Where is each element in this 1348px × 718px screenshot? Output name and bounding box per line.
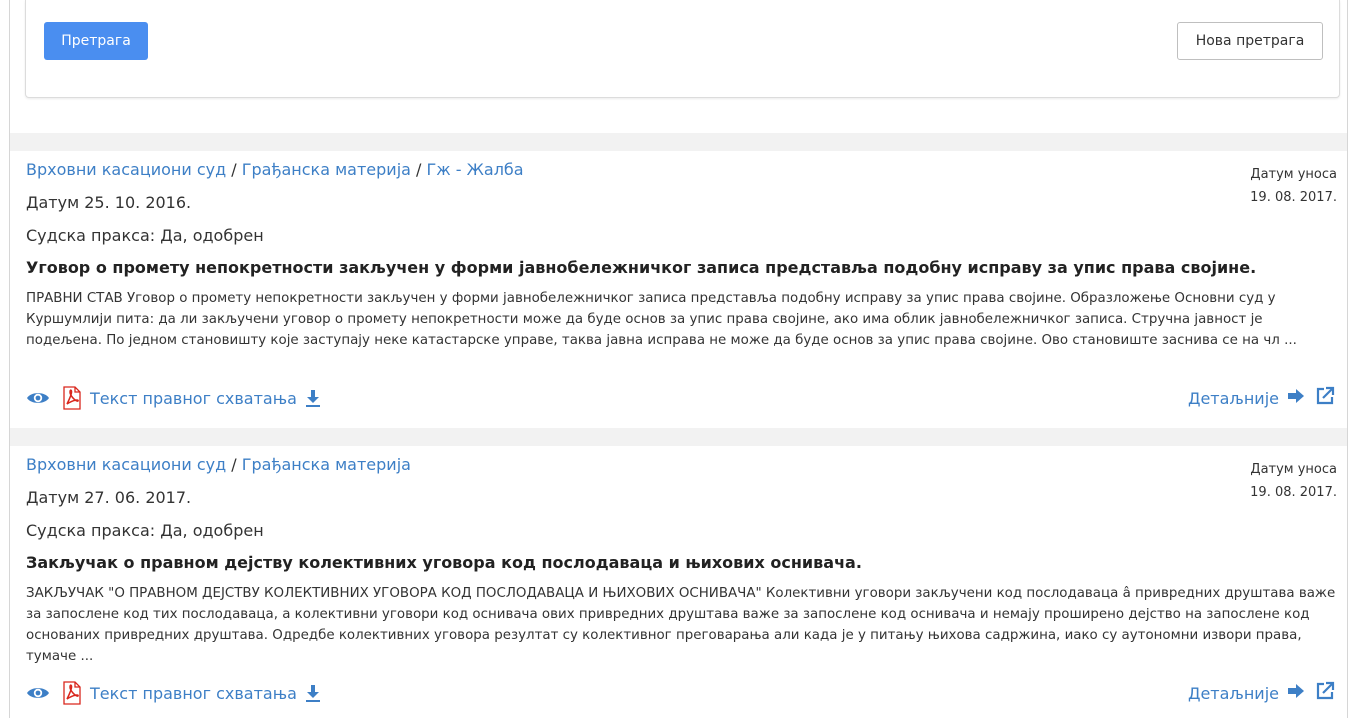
new-search-button[interactable]: Нова претрага bbox=[1177, 22, 1323, 60]
download-icon[interactable] bbox=[305, 684, 321, 702]
breadcrumb-court-link[interactable]: Врховни касациони суд bbox=[26, 455, 226, 474]
result-card: Врховни касациони суд / Грађанска матери… bbox=[10, 151, 1347, 428]
entry-date-block: Датум уноса 19. 08. 2017. bbox=[1250, 163, 1337, 209]
result-separator bbox=[10, 428, 1347, 446]
download-icon[interactable] bbox=[305, 389, 321, 407]
breadcrumb-category-link[interactable]: Гж - Жалба bbox=[427, 160, 524, 179]
arrow-right-icon[interactable] bbox=[1287, 388, 1305, 408]
pdf-icon[interactable] bbox=[62, 386, 82, 410]
result-actions: Текст правног схватања bbox=[26, 385, 321, 411]
result-card: Врховни касациони суд / Грађанска матери… bbox=[10, 446, 1347, 718]
result-excerpt: ПРАВНИ СТАВ Уговор о промету непокретнос… bbox=[26, 291, 1297, 348]
details-link[interactable]: Детаљније bbox=[1188, 680, 1335, 706]
breadcrumb-separator: / bbox=[231, 160, 237, 179]
breadcrumb-matter-link[interactable]: Грађанска материја bbox=[242, 455, 411, 474]
result-title: Закључак о правном дејству колективних у… bbox=[26, 553, 862, 572]
result-practice-status: Судска пракса: Да, одобрен bbox=[26, 226, 264, 245]
breadcrumb: Врховни касациони суд / Грађанска матери… bbox=[26, 160, 524, 179]
entry-date-label: Датум уноса bbox=[1250, 462, 1337, 477]
breadcrumb-separator: / bbox=[416, 160, 422, 179]
eye-icon[interactable] bbox=[26, 685, 50, 701]
breadcrumb-separator: / bbox=[231, 455, 237, 474]
result-practice-status: Судска пракса: Да, одобрен bbox=[26, 521, 264, 540]
pdf-icon[interactable] bbox=[62, 681, 82, 705]
result-actions: Текст правног схватања bbox=[26, 680, 321, 706]
entry-date-value: 19. 08. 2017. bbox=[1250, 485, 1337, 500]
entry-date-value: 19. 08. 2017. bbox=[1250, 190, 1337, 205]
result-excerpt: ЗАКЉУЧАК "О ПРАВНОМ ДЕЈСТВУ КОЛЕКТИВНИХ … bbox=[26, 586, 1336, 664]
result-title: Уговор о промету непокретности закључен … bbox=[26, 258, 1257, 277]
document-link[interactable]: Текст правног схватања bbox=[90, 389, 297, 408]
search-panel: Претрага Нова претрага bbox=[25, 0, 1340, 98]
external-link-icon[interactable] bbox=[1315, 386, 1335, 410]
result-date: Датум 25. 10. 2016. bbox=[26, 193, 192, 212]
arrow-right-icon[interactable] bbox=[1287, 683, 1305, 703]
breadcrumb-court-link[interactable]: Врховни касациони суд bbox=[26, 160, 226, 179]
details-label[interactable]: Детаљније bbox=[1188, 684, 1279, 703]
breadcrumb: Врховни касациони суд / Грађанска матери… bbox=[26, 455, 411, 474]
breadcrumb-matter-link[interactable]: Грађанска материја bbox=[242, 160, 411, 179]
details-link[interactable]: Детаљније bbox=[1188, 385, 1335, 411]
entry-date-block: Датум уноса 19. 08. 2017. bbox=[1250, 458, 1337, 504]
result-date: Датум 27. 06. 2017. bbox=[26, 488, 192, 507]
external-link-icon[interactable] bbox=[1315, 681, 1335, 705]
document-link[interactable]: Текст правног схватања bbox=[90, 684, 297, 703]
search-button[interactable]: Претрага bbox=[44, 22, 148, 60]
eye-icon[interactable] bbox=[26, 390, 50, 406]
details-label[interactable]: Детаљније bbox=[1188, 389, 1279, 408]
result-separator bbox=[10, 133, 1347, 151]
entry-date-label: Датум уноса bbox=[1250, 167, 1337, 182]
